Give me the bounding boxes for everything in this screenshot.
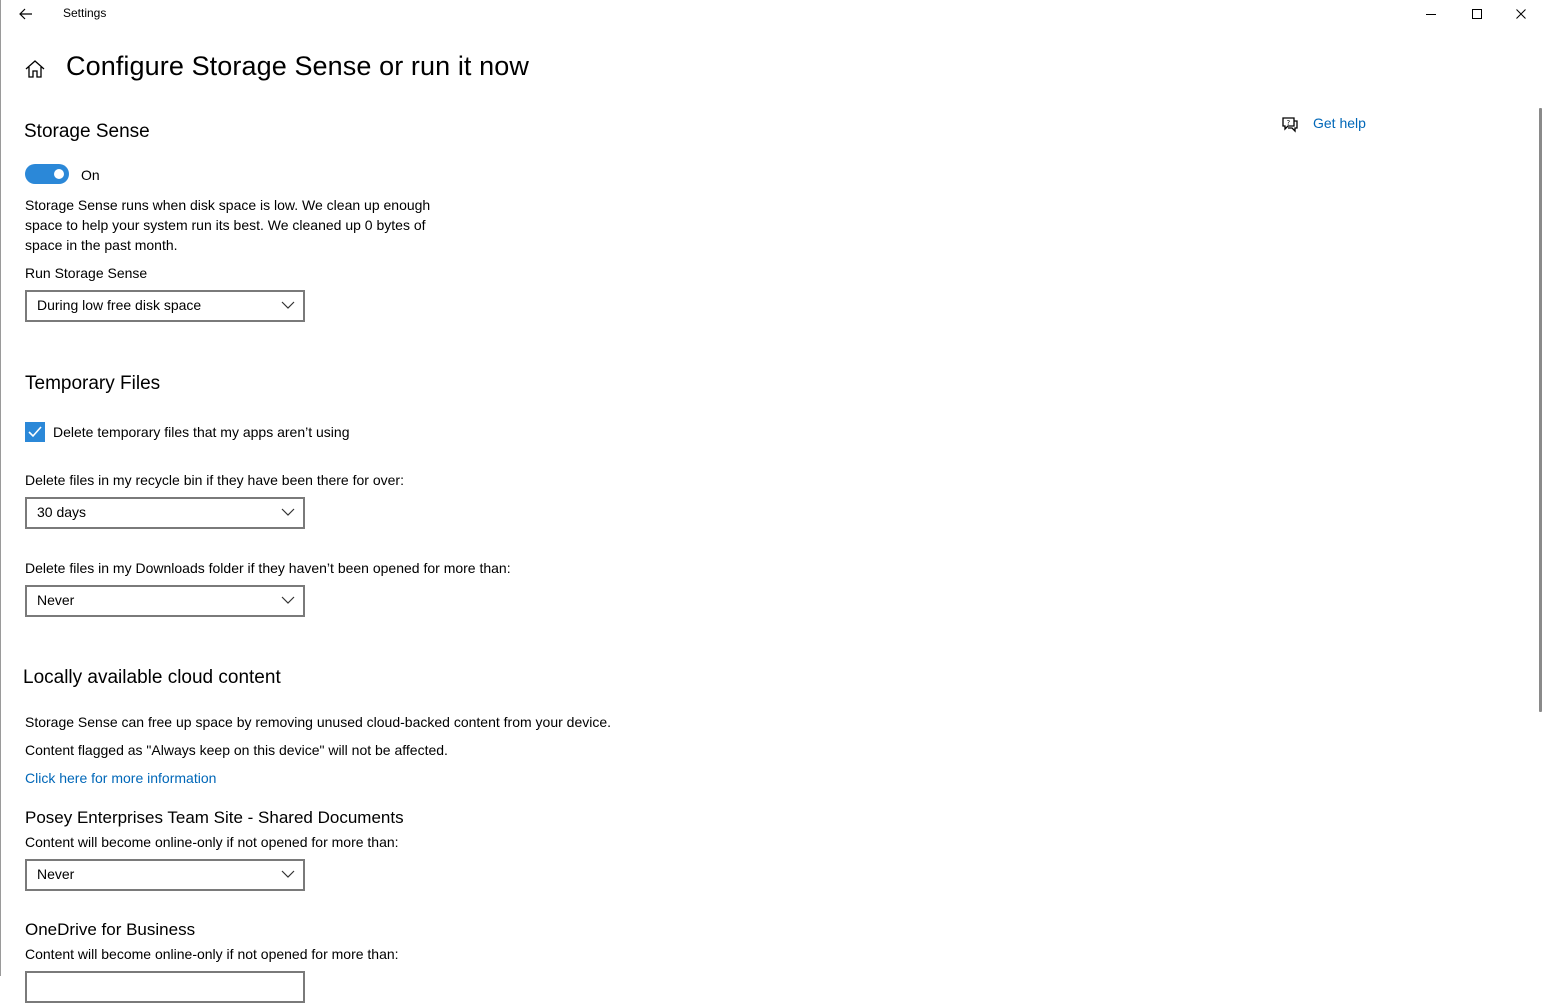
checkmark-icon — [28, 426, 42, 438]
dropdown-value: Never — [37, 866, 75, 882]
close-icon — [1516, 9, 1526, 19]
downloads-folder-label: Delete files in my Downloads folder if t… — [25, 560, 511, 576]
chevron-down-icon — [281, 301, 295, 309]
storage-sense-toggle[interactable] — [25, 164, 69, 184]
downloads-folder-dropdown[interactable]: Never — [25, 585, 305, 617]
maximize-button[interactable] — [1454, 0, 1500, 28]
team-site-dropdown[interactable]: Never — [25, 859, 305, 891]
chat-help-icon: ? — [1282, 117, 1298, 133]
scrollbar[interactable] — [1539, 108, 1542, 712]
storage-sense-description-line3: space in the past month. — [25, 237, 178, 253]
run-storage-sense-label: Run Storage Sense — [25, 265, 148, 281]
minimize-button[interactable] — [1408, 0, 1454, 28]
location-name: OneDrive for Business — [25, 920, 196, 939]
more-information-link[interactable]: Click here for more information — [25, 768, 216, 788]
close-button[interactable] — [1498, 0, 1544, 28]
window-edge — [0, 0, 1, 976]
location-label: Content will become online-only if not o… — [25, 946, 399, 962]
maximize-icon — [1472, 9, 1482, 19]
cloud-content-heading: Locally available cloud content — [23, 667, 281, 688]
delete-temp-files-checkbox[interactable] — [25, 422, 45, 442]
recycle-bin-label: Delete files in my recycle bin if they h… — [25, 472, 404, 488]
location-label: Content will become online-only if not o… — [25, 834, 399, 850]
storage-sense-description-line2: space to help your system run its best. … — [25, 217, 426, 233]
app-title: Settings — [63, 6, 107, 20]
chevron-down-icon — [281, 596, 295, 604]
home-icon — [25, 60, 45, 78]
page-title: Configure Storage Sense or run it now — [66, 51, 529, 81]
storage-sense-heading: Storage Sense — [24, 121, 150, 142]
get-help-link[interactable]: Get help — [1313, 115, 1366, 131]
chevron-down-icon — [281, 870, 295, 878]
home-button[interactable] — [24, 58, 46, 80]
cloud-content-description-line1: Storage Sense can free up space by remov… — [25, 714, 612, 730]
recycle-bin-dropdown[interactable]: 30 days — [25, 497, 305, 529]
back-arrow-icon — [19, 8, 32, 20]
storage-sense-description-line1: Storage Sense runs when disk space is lo… — [25, 197, 431, 213]
dropdown-value: During low free disk space — [37, 297, 202, 313]
location-name: Posey Enterprises Team Site - Shared Doc… — [25, 808, 404, 827]
title-bar: Settings — [1, 0, 1544, 28]
run-storage-sense-dropdown[interactable]: During low free disk space — [25, 290, 305, 322]
cloud-content-description-line2: Content flagged as "Always keep on this … — [25, 742, 448, 758]
toggle-knob — [54, 169, 64, 179]
temporary-files-heading: Temporary Files — [25, 373, 161, 394]
toggle-state-label: On — [81, 167, 100, 183]
minimize-icon — [1426, 14, 1436, 15]
chevron-down-icon — [281, 508, 295, 516]
svg-text:?: ? — [1287, 119, 1291, 127]
get-help-icon[interactable]: ? — [1280, 114, 1300, 134]
dropdown-value: 30 days — [37, 504, 87, 520]
back-button[interactable] — [11, 2, 41, 26]
delete-temp-files-label: Delete temporary files that my apps aren… — [53, 424, 350, 440]
dropdown-value: Never — [37, 592, 75, 608]
